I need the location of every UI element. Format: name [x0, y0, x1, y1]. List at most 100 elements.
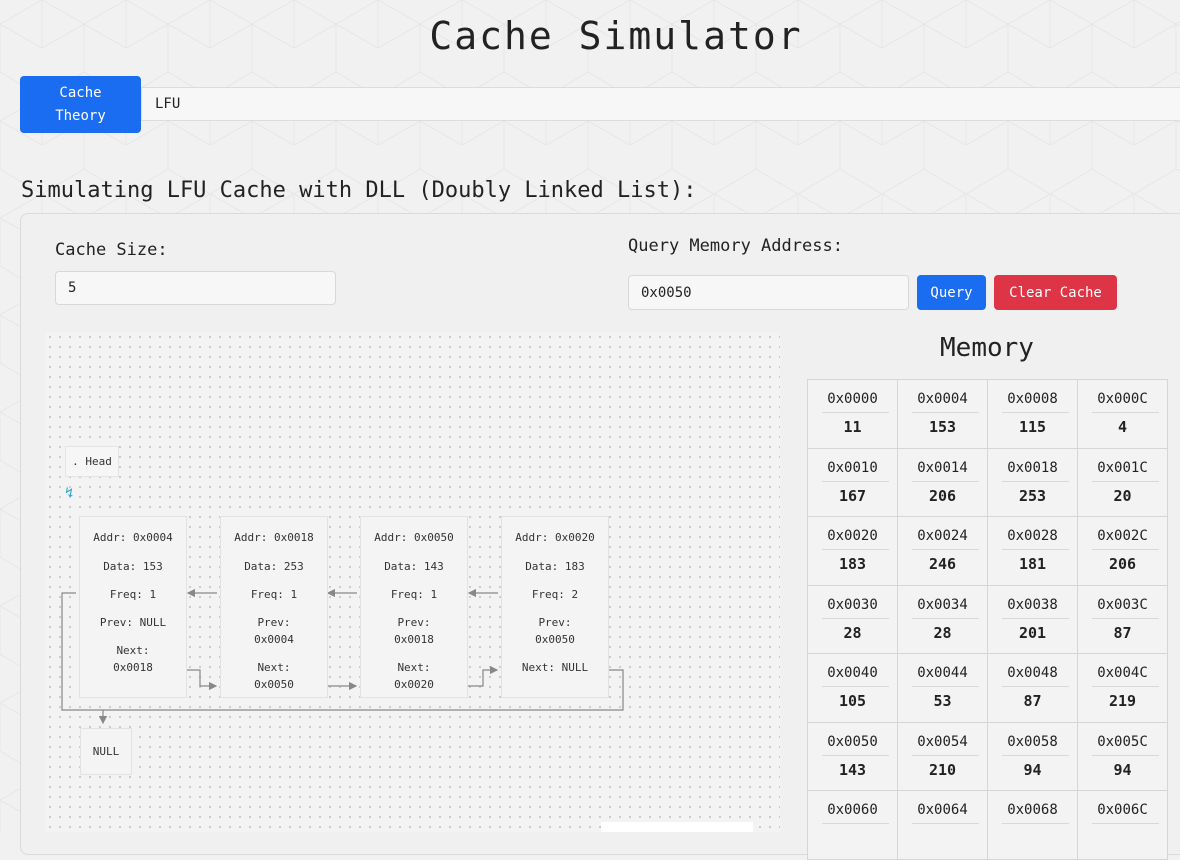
memory-address: 0x0024 — [917, 528, 968, 544]
memory-cell-divider — [1092, 686, 1159, 687]
dll-node: Addr: 0x0020 Data: 183 Freq: 2 Prev: 0x0… — [501, 516, 609, 698]
memory-cell: 0x0034 28 — [897, 584, 988, 654]
memory-cell: 0x0060 — [807, 790, 898, 860]
dll-node: Addr: 0x0004 Data: 153 Freq: 1 Prev: NUL… — [79, 516, 187, 698]
pointer-arrow-icon: ↯ — [65, 485, 74, 501]
memory-cell: 0x0020 183 — [807, 516, 898, 586]
memory-cell: 0x001C 20 — [1077, 447, 1168, 517]
node-addr: Addr: 0x0018 — [234, 531, 314, 544]
node-data: Data: 253 — [244, 560, 304, 573]
memory-address: 0x0068 — [1007, 802, 1058, 818]
memory-cell-divider — [1092, 480, 1159, 482]
memory-cell: 0x0044 53 — [897, 653, 988, 723]
memory-cell: 0x0028 181 — [987, 516, 1078, 586]
memory-address: 0x002C — [1097, 528, 1148, 544]
node-next: Next: 0x0018 — [113, 644, 153, 674]
scroll-indicator — [601, 822, 753, 832]
memory-cell-divider — [912, 823, 979, 824]
node-next: Next: 0x0050 — [254, 661, 294, 691]
memory-value: 11 — [843, 418, 862, 436]
query-button[interactable]: Query — [917, 275, 986, 310]
node-next: Next: NULL — [521, 661, 589, 674]
memory-cell-divider — [1002, 617, 1069, 619]
memory-address: 0x001C — [1097, 459, 1148, 476]
memory-cell-divider — [1092, 617, 1159, 619]
memory-cell: 0x005C 94 — [1077, 721, 1168, 791]
memory-cell: 0x006C — [1077, 790, 1168, 860]
memory-cell-divider — [1002, 549, 1069, 550]
memory-value: 28 — [843, 623, 862, 642]
clear-cache-button[interactable]: Clear Cache — [994, 275, 1117, 310]
node-prev: Prev: 0x0050 — [535, 616, 575, 646]
memory-cell-divider — [1092, 549, 1159, 550]
memory-value: 167 — [838, 486, 867, 505]
node-freq: Freq: 2 — [531, 588, 579, 601]
memory-value: 153 — [928, 418, 957, 436]
memory-value: 87 — [1023, 692, 1042, 710]
memory-cell-divider — [912, 549, 979, 550]
memory-value: 253 — [1018, 486, 1047, 505]
memory-cell: 0x000C 4 — [1077, 379, 1168, 449]
memory-address: 0x0008 — [1007, 391, 1058, 407]
node-data: Data: 153 — [103, 560, 163, 573]
memory-value: 105 — [838, 692, 867, 710]
memory-address: 0x0044 — [917, 665, 968, 681]
memory-address: 0x0050 — [827, 733, 878, 750]
memory-cell-divider — [1002, 412, 1069, 413]
memory-value: 28 — [933, 623, 952, 642]
query-address-input[interactable] — [628, 275, 909, 310]
cache-size-input[interactable] — [55, 271, 336, 305]
memory-cell: 0x0010 167 — [807, 447, 898, 517]
memory-cell: 0x0004 153 — [897, 379, 988, 449]
memory-cell-divider — [1002, 754, 1069, 756]
memory-cell-divider — [1002, 480, 1069, 482]
memory-value: 219 — [1108, 692, 1137, 710]
cache-theory-label: Cache Theory — [55, 84, 106, 124]
node-next: Next: 0x0020 — [394, 661, 434, 691]
memory-address: 0x0040 — [827, 665, 878, 681]
memory-cell-divider — [912, 480, 979, 482]
cache-size-label: Cache Size: — [55, 240, 168, 260]
memory-cell-divider — [1092, 754, 1159, 756]
memory-address: 0x0054 — [917, 733, 968, 750]
memory-cell-divider — [822, 823, 889, 824]
memory-cell: 0x004C 219 — [1077, 653, 1168, 723]
memory-value: 94 — [1113, 760, 1132, 779]
memory-cell: 0x0048 87 — [987, 653, 1078, 723]
cache-theory-button[interactable]: Cache Theory — [20, 76, 141, 133]
memory-cell: 0x0054 210 — [897, 721, 988, 791]
memory-address: 0x003C — [1097, 596, 1148, 613]
memory-cell-divider — [1092, 412, 1159, 413]
node-prev: Prev: NULL — [99, 616, 167, 629]
memory-value: 143 — [838, 760, 867, 779]
memory-cell: 0x0038 201 — [987, 584, 1078, 654]
memory-cell: 0x002C 206 — [1077, 516, 1168, 586]
memory-grid: 0x0000 11 0x0004 153 0x0008 115 0x000C 4 0x0010 1… — [807, 379, 1168, 860]
page-title: Cache Simulator — [429, 14, 803, 58]
dll-node: Addr: 0x0050 Data: 143 Freq: 1 Prev: 0x0… — [360, 516, 468, 698]
app-root: Cache Simulator Cache Theory Simulating … — [0, 0, 1180, 860]
memory-address: 0x0020 — [827, 528, 878, 544]
memory-address: 0x0030 — [827, 596, 878, 613]
node-data: Data: 183 — [525, 560, 585, 573]
policy-input[interactable] — [141, 87, 1180, 121]
memory-value: 53 — [933, 692, 952, 710]
memory-address: 0x0060 — [827, 802, 878, 818]
memory-value: 181 — [1018, 555, 1047, 573]
memory-value: 87 — [1113, 623, 1132, 642]
memory-value: 246 — [928, 555, 957, 573]
memory-cell-divider — [912, 754, 979, 756]
dll-null-node: NULL — [80, 728, 132, 775]
node-prev: Prev: 0x0018 — [394, 616, 434, 646]
memory-cell: 0x0018 253 — [987, 447, 1078, 517]
memory-cell: 0x0014 206 — [897, 447, 988, 517]
node-freq: Freq: 1 — [390, 588, 438, 601]
memory-title: Memory — [940, 333, 1034, 363]
memory-address: 0x0018 — [1007, 459, 1058, 476]
memory-cell: 0x0030 28 — [807, 584, 898, 654]
memory-value: 210 — [928, 760, 957, 779]
node-freq: Freq: 1 — [109, 588, 157, 601]
memory-cell: 0x0008 115 — [987, 379, 1078, 449]
memory-cell-divider — [822, 686, 889, 687]
memory-cell: 0x003C 87 — [1077, 584, 1168, 654]
